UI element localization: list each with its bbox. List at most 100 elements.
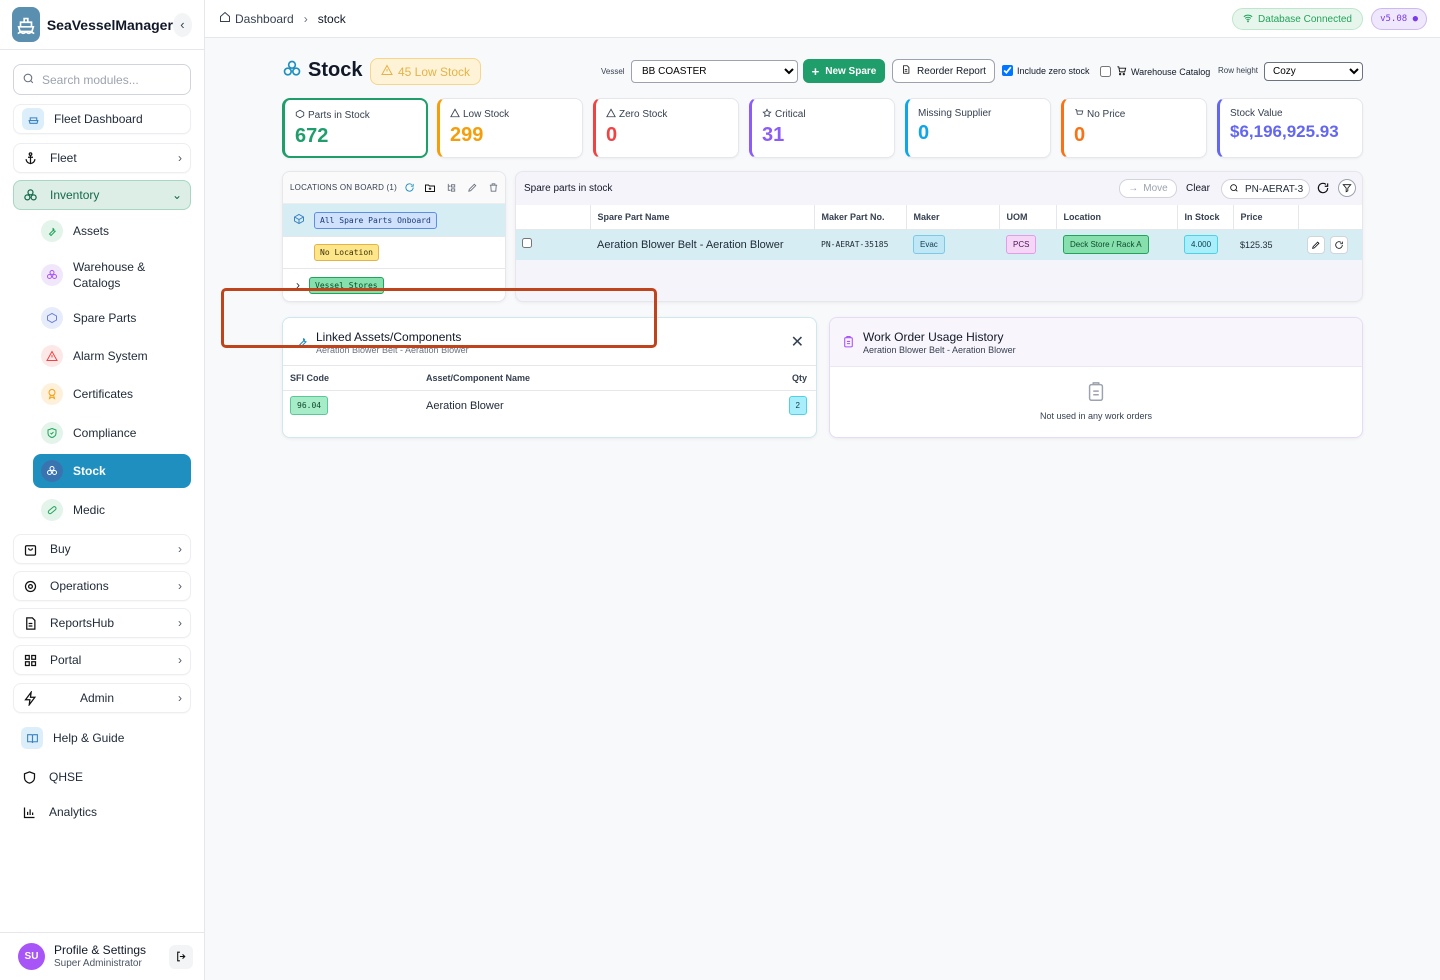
nav-certificates[interactable]: Certificates [33,377,191,411]
spares-table: Spare Part Name Maker Part No. Maker UOM… [516,205,1362,260]
nav-stock[interactable]: Stock [33,454,191,488]
nav-fleet[interactable]: Fleet › [13,143,191,173]
stat-zero-stock[interactable]: Zero Stock 0 [593,98,739,158]
stat-missing-supplier[interactable]: Missing Supplier 0 [905,98,1051,158]
spare-part-name: Aeration Blower Belt - Aeration Blower [597,238,784,251]
nav-admin[interactable]: Admin › [13,683,191,713]
column-header[interactable]: Price [1233,205,1299,230]
reorder-report-button[interactable]: Reorder Report [892,59,995,83]
pencil-icon[interactable] [464,179,481,196]
new-spare-button[interactable]: + New Spare [803,59,885,83]
nav-medic[interactable]: Medic [33,493,191,527]
row-checkbox[interactable] [522,238,532,249]
logout-icon[interactable] [169,944,193,969]
warehouse-catalog-toggle[interactable]: Warehouse Catalog [1100,65,1210,78]
history-header: Work Order Usage History Aeration Blower… [830,318,1362,367]
anchor-icon [22,150,38,166]
nav-analytics[interactable]: Analytics [13,797,191,827]
refresh-icon[interactable] [401,179,418,196]
alert-triangle-icon [41,345,63,367]
nav-operations[interactable]: Operations › [13,571,191,601]
nav-portal[interactable]: Portal › [13,645,191,675]
nav-buy[interactable]: Buy › [13,534,191,564]
row-height-select[interactable]: Cozy [1264,62,1363,81]
nav-label: Warehouse & Catalogs [73,260,146,290]
trash-icon[interactable] [485,179,502,196]
spares-search-input[interactable]: PN-AERAT-3 [1245,184,1303,195]
plus-icon: + [811,63,820,79]
chevron-right-icon: › [178,579,182,593]
maker-chip: Evac [913,235,945,255]
stat-label: Parts in Stock [308,110,370,121]
alert-triangle-icon [606,108,619,121]
document-icon [901,64,911,78]
column-header[interactable]: In Stock [1177,205,1234,230]
stat-parts-in-stock[interactable]: Parts in Stock 672 [282,98,428,158]
module-search[interactable] [13,64,191,95]
stat-no-price[interactable]: No Price 0 [1061,98,1207,158]
column-header[interactable]: Location [1056,205,1178,230]
stat-stock-value[interactable]: Stock Value $6,196,925.93 [1217,98,1363,158]
nav-label: Assets [73,224,110,238]
column-header[interactable]: Spare Part Name [590,205,815,230]
clear-button[interactable]: Clear [1186,183,1210,194]
alert-triangle-icon [381,64,393,79]
nav-reportshub[interactable]: ReportsHub › [13,608,191,638]
column-header[interactable]: UOM [999,205,1057,230]
spares-panel: Spare parts in stock → Move Clear PN-AERA… [515,171,1363,302]
nav-spare-parts[interactable]: Spare Parts [33,301,191,335]
wrench-icon [41,220,63,242]
stat-value: 0 [918,122,930,144]
include-zero-stock-toggle[interactable]: Include zero stock [1002,65,1090,76]
close-icon[interactable]: ✕ [791,332,804,352]
stat-critical[interactable]: Critical 31 [749,98,895,158]
breadcrumb-dashboard[interactable]: Dashboard [235,12,294,26]
search-input[interactable] [42,72,182,87]
column-header[interactable]: Maker [906,205,1000,230]
vessel-select[interactable]: BB COASTER [631,60,798,83]
refresh-icon[interactable] [1330,235,1349,254]
ship-logo-icon [12,7,40,42]
location-row-no-location[interactable]: No Location [283,237,505,269]
nav-inventory[interactable]: Inventory ⌄ [13,180,191,210]
database-status-text: Database Connected [1258,13,1352,25]
column-header[interactable]: Maker Part No. [814,205,907,230]
in-stock-chip: 4.000 [1184,235,1219,255]
stat-label: Stock Value [1230,108,1283,119]
nav-label: QHSE [49,770,84,784]
move-button[interactable]: → Move [1119,179,1177,198]
nav-fleet-dashboard[interactable]: Fleet Dashboard [13,104,191,134]
pencil-icon[interactable] [1307,235,1325,254]
nav-warehouse[interactable]: Warehouse & Catalogs [33,258,191,292]
tree-icon[interactable] [443,179,460,196]
include-zero-stock-checkbox[interactable] [1002,65,1013,76]
refresh-icon[interactable] [1316,181,1330,198]
stat-low-stock[interactable]: Low Stock 299 [437,98,583,158]
nav-label: Certificates [73,387,134,401]
spares-search[interactable]: PN-AERAT-3 [1221,179,1310,199]
nav-help[interactable]: Help & Guide [13,723,191,753]
nav-assets[interactable]: Assets [33,214,191,248]
collapse-sidebar-button[interactable]: ‹ [172,12,192,37]
profile-section[interactable]: SU Profile & Settings Super Administrato… [0,932,205,980]
avatar[interactable]: SU [18,943,45,970]
location-row-all[interactable]: All Spare Parts Onboard [283,204,505,237]
actions-column-header [1298,205,1362,230]
low-stock-badge[interactable]: 45 Low Stock [370,58,482,85]
warehouse-catalog-checkbox[interactable] [1100,66,1111,77]
chevron-right-icon[interactable]: › [296,278,300,292]
stat-label: No Price [1087,109,1126,120]
nav-qhse[interactable]: QHSE [13,762,191,792]
nav-label: Fleet Dashboard [54,112,143,126]
location-row-vessel-stores[interactable]: › Vessel Stores [283,269,505,301]
nav-label: Stock [73,464,106,478]
nav-label: Analytics [49,805,98,819]
nav-alarm-system[interactable]: Alarm System [33,339,191,373]
stat-value: 0 [1074,124,1086,146]
nav-compliance[interactable]: Compliance [33,416,191,450]
filter-icon[interactable] [1338,179,1356,197]
folder-plus-icon[interactable] [422,179,439,196]
nav-label: Operations [50,579,109,593]
table-row[interactable]: Aeration Blower Belt - Aeration Blower P… [516,229,1362,260]
table-row[interactable]: 96.04 Aeration Blower 2 [283,390,816,421]
